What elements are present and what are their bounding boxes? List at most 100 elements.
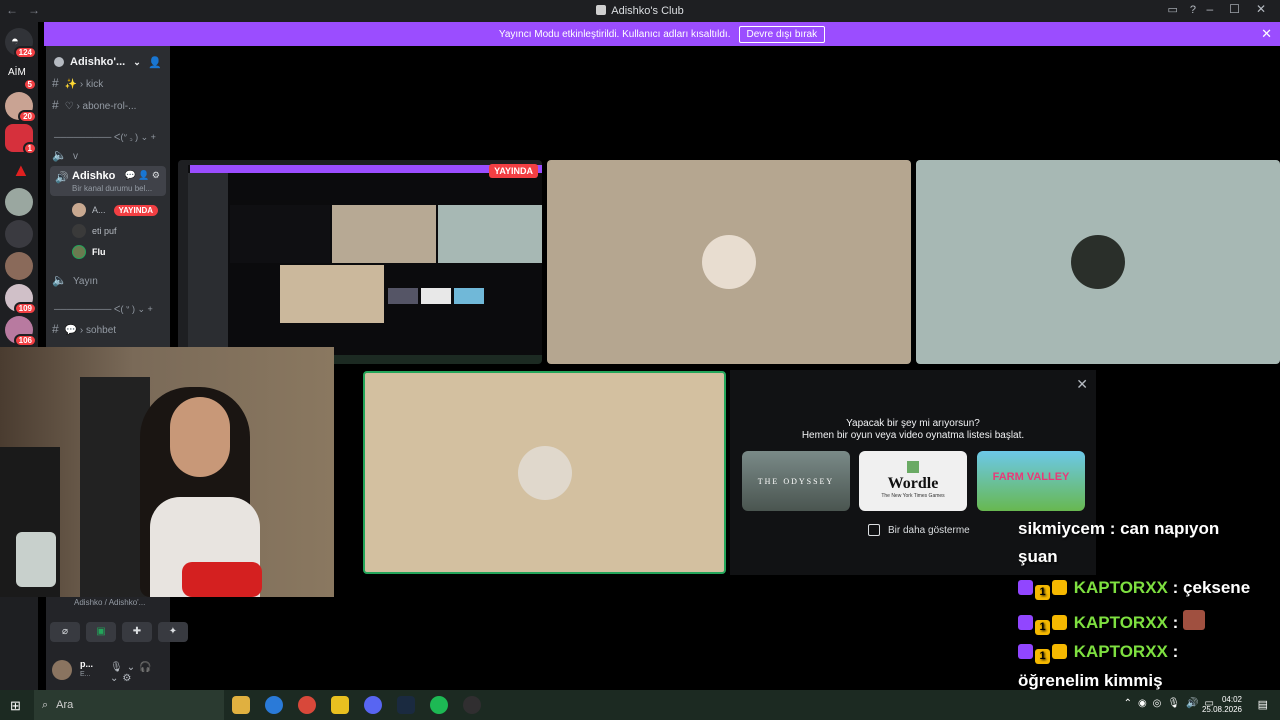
camera-off-button[interactable]: ⌀ bbox=[50, 622, 80, 642]
server-icon-9[interactable]: 109 bbox=[5, 284, 37, 315]
speaker-icon: 🔈 bbox=[52, 148, 67, 162]
spotify-icon[interactable] bbox=[430, 696, 448, 714]
edge-icon[interactable] bbox=[265, 696, 283, 714]
participant-tile[interactable] bbox=[916, 160, 1280, 364]
screen-share-preview bbox=[178, 160, 542, 364]
live-badge: YAYINDA bbox=[113, 204, 159, 216]
avatar[interactable] bbox=[52, 660, 72, 680]
channel-abone[interactable]: # ♡ › abone-rol-... bbox=[52, 98, 136, 112]
taskbar-search[interactable]: ⌕ Ara bbox=[34, 690, 224, 720]
server-icon-6[interactable] bbox=[5, 188, 33, 216]
avatar bbox=[702, 235, 756, 289]
server-icon-8[interactable] bbox=[5, 252, 33, 280]
soundboard-button[interactable]: ✦ bbox=[158, 622, 188, 642]
voice-action-buttons: ⌀ ▣ ✚ ✦ bbox=[50, 622, 188, 642]
screen-share-button[interactable]: ▣ bbox=[86, 622, 116, 642]
close-icon[interactable]: ✕ bbox=[1076, 376, 1088, 393]
chat-message: şuan bbox=[1018, 547, 1058, 567]
obs-icon[interactable] bbox=[463, 696, 481, 714]
server-icon-4[interactable]: 1 bbox=[5, 124, 37, 155]
avatar bbox=[518, 446, 572, 500]
voice-channel-name: Adishko bbox=[72, 170, 116, 182]
channel-sohbet[interactable]: # 💬 › sohbet bbox=[52, 322, 116, 336]
sub-badge-icon bbox=[1018, 580, 1033, 595]
server-icon-3[interactable]: 20 bbox=[5, 92, 37, 123]
voice-user[interactable]: eti puf bbox=[72, 224, 117, 238]
chat-username: KAPTORXX bbox=[1073, 578, 1168, 597]
hash-icon: # bbox=[52, 322, 59, 336]
voice-channel-yayin[interactable]: 🔈 Yayın bbox=[52, 273, 98, 287]
hash-icon: # bbox=[52, 76, 59, 90]
file-explorer-icon[interactable] bbox=[232, 696, 250, 714]
close-icon[interactable]: ✕ bbox=[1261, 26, 1272, 42]
unread-badge: 109 bbox=[13, 302, 37, 315]
unread-badge: 5 bbox=[22, 78, 37, 91]
avatar bbox=[72, 203, 86, 217]
game-card-wordle[interactable]: Wordle The New York Times Games bbox=[859, 451, 967, 511]
chat-message: 1 KAPTORXX : çeksene bbox=[1018, 578, 1250, 600]
speaker-icon: 🔈 bbox=[52, 273, 67, 287]
close-window-button[interactable]: ✕ bbox=[1256, 2, 1266, 16]
bits-badge-icon: 1 bbox=[1035, 649, 1050, 664]
maximize-button[interactable]: ☐ bbox=[1229, 2, 1240, 16]
server-header[interactable]: Adishko'... ⌄ 👤 bbox=[46, 46, 170, 78]
voice-channel-status: Bir kanal durumu bel... bbox=[72, 184, 153, 193]
chrome-icon[interactable] bbox=[298, 696, 316, 714]
notification-icon[interactable]: ▤ bbox=[1258, 698, 1268, 711]
participant-tile-speaking[interactable] bbox=[363, 371, 726, 574]
screen-share-tile[interactable]: YAYINDA bbox=[178, 160, 542, 364]
participant-tile[interactable] bbox=[547, 160, 911, 364]
channel-kick[interactable]: # ✨ › kick bbox=[52, 76, 103, 90]
windows-start-icon[interactable]: ⊞ bbox=[10, 698, 21, 714]
category-divider-1[interactable]: ───────── ᐸ(ᐡ ꜆ ) ⌄ + bbox=[54, 130, 156, 142]
crown-badge-icon bbox=[1052, 644, 1067, 659]
notes-icon[interactable] bbox=[331, 696, 349, 714]
sub-badge-icon bbox=[1018, 644, 1033, 659]
chat-text: çeksene bbox=[1183, 578, 1251, 597]
voice-connection-panel: Adishko / Adishko'... ⌀ ▣ ✚ ✦ p... E... … bbox=[46, 592, 188, 690]
avatar bbox=[1071, 235, 1125, 289]
activities-button[interactable]: ✚ bbox=[122, 622, 152, 642]
taskbar-clock[interactable]: 04:02 25.08.2026 bbox=[1202, 695, 1242, 715]
chat-text: şuan bbox=[1018, 547, 1058, 566]
chevron-down-icon: ⌄ bbox=[133, 56, 141, 67]
server-aim[interactable]: AİM 5 bbox=[5, 60, 37, 91]
game-card-odyssey[interactable]: THE ODYSSEY bbox=[742, 451, 850, 511]
discord-icon[interactable] bbox=[364, 696, 382, 714]
voice-user[interactable]: Flu bbox=[72, 245, 106, 259]
dont-show-again-checkbox[interactable]: Bir daha gösterme bbox=[868, 524, 970, 536]
server-icon-7[interactable] bbox=[5, 220, 33, 248]
sub-badge-icon bbox=[1018, 615, 1033, 630]
avatar bbox=[72, 224, 86, 238]
server-icon-5[interactable]: ▲ bbox=[5, 158, 33, 186]
category-divider-2[interactable]: ───────── ᐸ( ᐡ ) ⌄ + bbox=[54, 304, 156, 314]
chat-username: KAPTORXX bbox=[1073, 613, 1168, 632]
chat-text: öğrenelim kimmiş bbox=[1018, 671, 1163, 690]
heart-icon: ♡ bbox=[64, 101, 74, 112]
app-icon[interactable] bbox=[397, 696, 415, 714]
inbox-icon[interactable]: ▭ bbox=[1167, 4, 1177, 16]
chat-text: can napıyon bbox=[1120, 519, 1220, 538]
voice-channel-adishko[interactable]: 🔊 Adishko Bir kanal durumu bel... 💬 👤 ⚙ bbox=[50, 166, 166, 196]
checkbox-icon bbox=[868, 524, 880, 536]
speaker-icon: 🔊 bbox=[55, 172, 69, 184]
user-controls[interactable]: 🎙⌄🎧⌄⚙ bbox=[110, 662, 168, 684]
voice-user[interactable]: A... YAYINDA bbox=[72, 203, 159, 217]
add-user-icon[interactable]: 👤 bbox=[148, 56, 162, 69]
server-icon bbox=[596, 5, 607, 15]
discord-home-icon[interactable]: ◓ 124 bbox=[5, 28, 37, 59]
activity-subtitle: Hemen bir oyun veya video oynatma listes… bbox=[801, 430, 1025, 441]
hash-icon: # bbox=[52, 98, 59, 112]
title-bar: ← → Adishko's Club ▭? – ☐ ✕ bbox=[0, 0, 1280, 22]
disable-streamer-mode-button[interactable]: Devre dışı bırak bbox=[738, 25, 826, 43]
minimize-button[interactable]: – bbox=[1206, 2, 1213, 16]
chat-username: sikmiycem bbox=[1018, 519, 1105, 538]
game-card-farm-valley[interactable]: FARM VALLEY bbox=[977, 451, 1085, 511]
voice-channel-actions[interactable]: 💬 👤 ⚙ bbox=[125, 170, 160, 181]
voice-connection-info: Adishko / Adishko'... bbox=[74, 598, 146, 607]
voice-channel-v[interactable]: 🔈 v bbox=[52, 148, 78, 162]
unread-badge: 1 bbox=[22, 142, 37, 155]
server-aim-label: AİM bbox=[8, 67, 26, 78]
chat-message: 1 KAPTORXX : bbox=[1018, 610, 1207, 635]
server-icon-10[interactable]: 106 bbox=[5, 316, 37, 347]
